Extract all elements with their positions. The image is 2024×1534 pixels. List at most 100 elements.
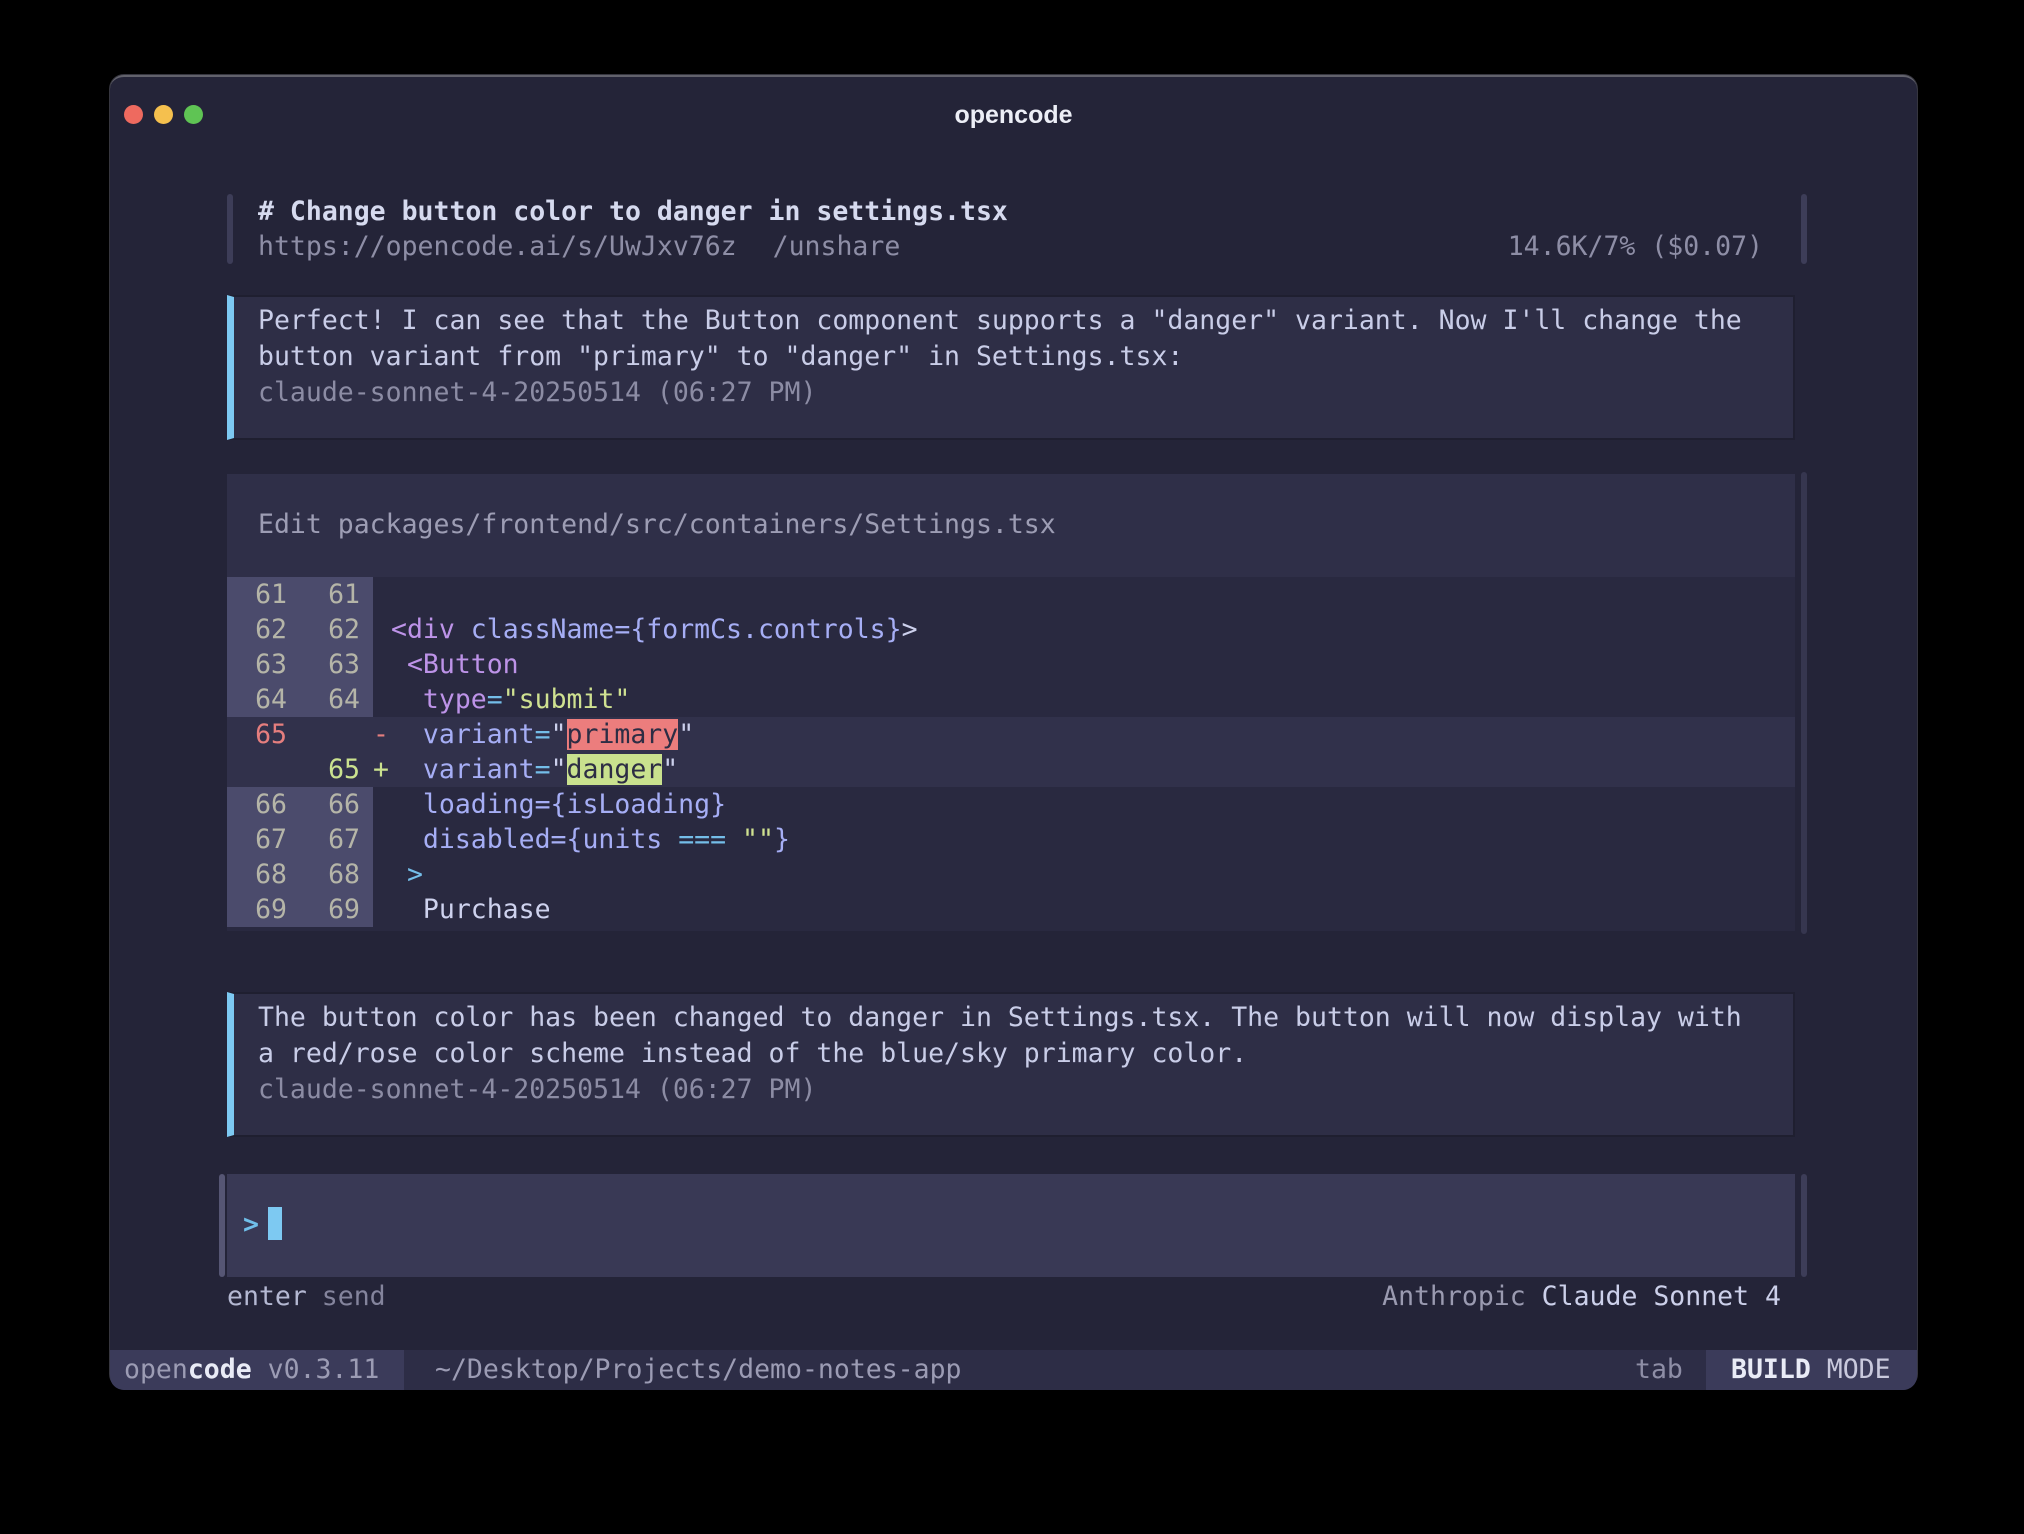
diff-row: 6161 bbox=[227, 577, 1795, 612]
old-line-number: 66 bbox=[227, 787, 300, 822]
old-line-number: 62 bbox=[227, 612, 300, 647]
code-line bbox=[391, 577, 1795, 612]
old-line-number: 61 bbox=[227, 577, 300, 612]
mode-bold: BUILD bbox=[1731, 1354, 1811, 1385]
code-line: <Button bbox=[391, 647, 1795, 682]
message-text: a red/rose color scheme instead of the b… bbox=[258, 1036, 1769, 1072]
model-provider: Anthropic bbox=[1382, 1281, 1542, 1312]
diff-row: 6262 <div className={formCs.controls}> bbox=[227, 612, 1795, 647]
message-meta: claude-sonnet-4-20250514 (06:27 PM) bbox=[258, 375, 1769, 411]
code-token: <div bbox=[391, 614, 455, 645]
model-name: Claude Sonnet 4 bbox=[1542, 1281, 1781, 1312]
code-token: {isLoading} bbox=[551, 789, 727, 820]
diff-row: 6868 > bbox=[227, 857, 1795, 892]
diff-marker bbox=[373, 612, 391, 647]
session-title: # Change button color to danger in setti… bbox=[258, 194, 1008, 229]
code-token: = bbox=[535, 754, 551, 785]
code-line: loading={isLoading} bbox=[391, 787, 1795, 822]
working-directory: ~/Desktop/Projects/demo-notes-app bbox=[435, 1350, 962, 1390]
new-line-number: 65 bbox=[300, 752, 373, 787]
code-line: variant="danger" bbox=[391, 752, 1795, 787]
mode-rest: MODE bbox=[1811, 1354, 1891, 1385]
code-line: type="submit" bbox=[391, 682, 1795, 717]
code-token: type bbox=[391, 684, 487, 715]
message-meta: claude-sonnet-4-20250514 (06:27 PM) bbox=[258, 1072, 1769, 1108]
prompt-chevron-icon: > bbox=[243, 1209, 259, 1240]
app-version: v0.3.11 bbox=[252, 1354, 380, 1385]
code-token: === bbox=[678, 824, 726, 855]
code-token: className= bbox=[455, 614, 631, 645]
code-token: = bbox=[487, 684, 503, 715]
code-token: " bbox=[551, 719, 567, 750]
new-line-number: 61 bbox=[300, 577, 373, 612]
unshare-command[interactable]: /unshare bbox=[773, 231, 901, 262]
diff-row: 6969 Purchase bbox=[227, 892, 1795, 927]
message-text: The button color has been changed to dan… bbox=[258, 1000, 1769, 1036]
old-line-number: 68 bbox=[227, 857, 300, 892]
diff-marker: + bbox=[373, 752, 391, 787]
diff-marker bbox=[373, 647, 391, 682]
old-line-number: 65 bbox=[227, 717, 300, 752]
new-line-number: 64 bbox=[300, 682, 373, 717]
code-token: danger bbox=[567, 754, 663, 785]
code-token: } bbox=[774, 824, 790, 855]
code-token: {formCs.controls} bbox=[630, 614, 901, 645]
edit-right-rule bbox=[1801, 472, 1807, 934]
diff-marker: - bbox=[373, 717, 391, 752]
code-token: Purchase bbox=[391, 894, 551, 925]
new-line-number: 66 bbox=[300, 787, 373, 822]
model-indicator: Anthropic Claude Sonnet 4 bbox=[1382, 1279, 1781, 1315]
message-text: Perfect! I can see that the Button compo… bbox=[258, 303, 1769, 339]
share-url[interactable]: https://opencode.ai/s/UwJxv76z bbox=[258, 231, 737, 262]
token-usage: 14.6K/7% ($0.07) bbox=[1508, 229, 1763, 264]
code-token: "" bbox=[726, 824, 774, 855]
code-token: variant bbox=[391, 754, 535, 785]
code-token: variant bbox=[391, 719, 535, 750]
new-line-number: 63 bbox=[300, 647, 373, 682]
diff-marker bbox=[373, 682, 391, 717]
code-line: variant="primary" bbox=[391, 717, 1795, 752]
header-left-rule bbox=[227, 194, 233, 264]
old-line-number: 69 bbox=[227, 892, 300, 927]
diff-marker bbox=[373, 787, 391, 822]
old-line-number: 64 bbox=[227, 682, 300, 717]
message-text: button variant from "primary" to "danger… bbox=[258, 339, 1769, 375]
new-line-number: 68 bbox=[300, 857, 373, 892]
new-line-number: 69 bbox=[300, 892, 373, 927]
code-token: > bbox=[902, 614, 918, 645]
new-line-number: 67 bbox=[300, 822, 373, 857]
edit-tool-block: Edit packages/frontend/src/containers/Se… bbox=[227, 474, 1795, 931]
edit-tool-title: Edit packages/frontend/src/containers/Se… bbox=[227, 474, 1795, 577]
code-token: "submit" bbox=[503, 684, 631, 715]
header-right-rule bbox=[1801, 194, 1807, 264]
diff-marker bbox=[373, 822, 391, 857]
hint-row: enter send Anthropic Claude Sonnet 4 bbox=[227, 1279, 1795, 1315]
code-token: loading= bbox=[391, 789, 551, 820]
prompt-input[interactable]: > bbox=[227, 1174, 1795, 1277]
diff-row: 6464 type="submit" bbox=[227, 682, 1795, 717]
code-line: disabled={units === ""} bbox=[391, 822, 1795, 857]
code-token: <Button bbox=[391, 649, 519, 680]
code-token: " bbox=[551, 754, 567, 785]
input-right-rule bbox=[1801, 1174, 1807, 1277]
code-token: > bbox=[391, 859, 423, 890]
code-token: " bbox=[662, 754, 678, 785]
old-line-number: 63 bbox=[227, 647, 300, 682]
session-header: # Change button color to danger in setti… bbox=[227, 194, 1807, 264]
opencode-window: opencode # Change button color to danger… bbox=[110, 75, 1917, 1388]
app-name-prefix: open bbox=[124, 1354, 188, 1385]
assistant-message: The button color has been changed to dan… bbox=[227, 992, 1795, 1137]
window-title: opencode bbox=[110, 101, 1917, 130]
status-bar: opencode v0.3.11 ~/Desktop/Projects/demo… bbox=[110, 1350, 1917, 1390]
input-cursor bbox=[268, 1207, 282, 1240]
assistant-message: Perfect! I can see that the Button compo… bbox=[227, 295, 1795, 440]
tab-key-hint: tab bbox=[1635, 1350, 1683, 1390]
enter-key-hint: enter bbox=[227, 1281, 307, 1312]
code-token: primary bbox=[567, 719, 679, 750]
new-line-number: 62 bbox=[300, 612, 373, 647]
diff-row: 65 - variant="primary" bbox=[227, 717, 1795, 752]
send-label: send bbox=[322, 1281, 386, 1312]
diff-row: 6666 loading={isLoading} bbox=[227, 787, 1795, 822]
diff-row: 65+ variant="danger" bbox=[227, 752, 1795, 787]
code-line: Purchase bbox=[391, 892, 1795, 927]
